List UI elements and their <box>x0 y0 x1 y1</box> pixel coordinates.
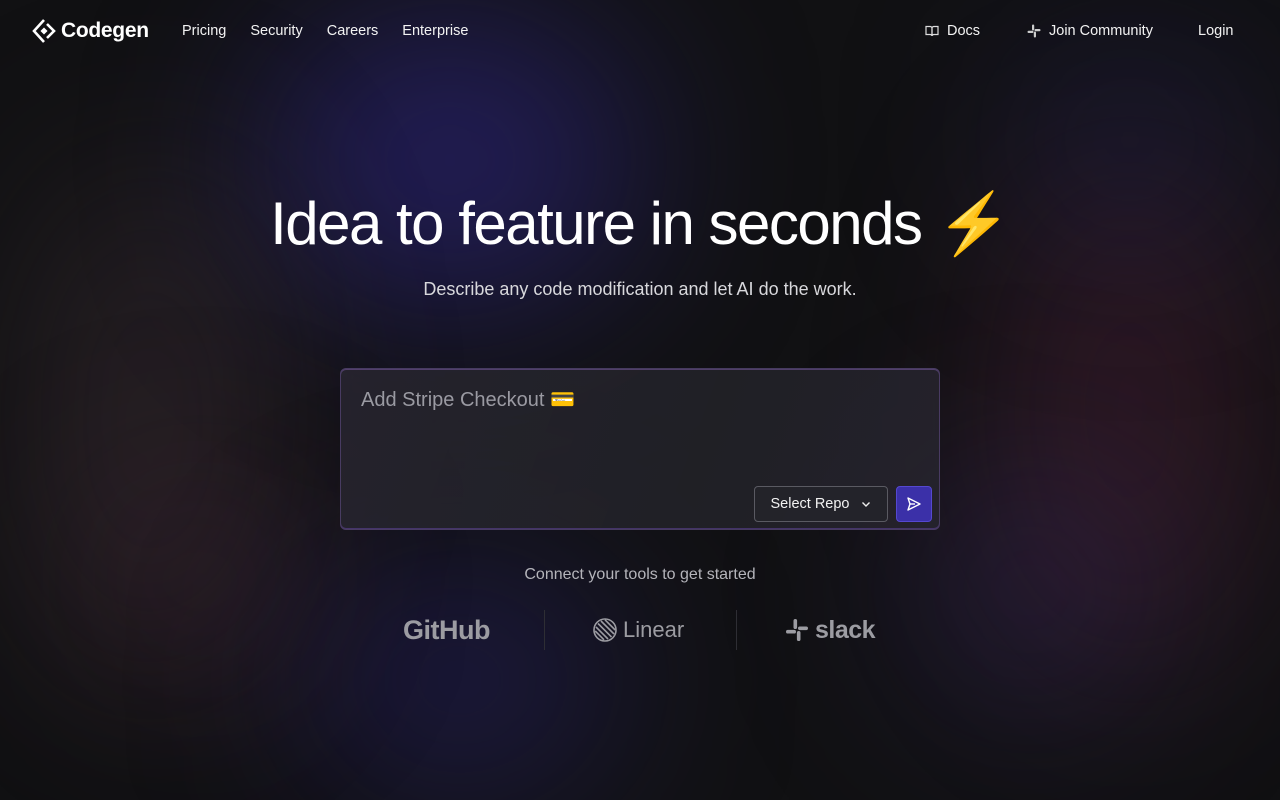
slack-icon <box>1027 24 1041 38</box>
prompt-input[interactable] <box>361 387 921 477</box>
divider <box>544 610 545 650</box>
nav-link-pricing[interactable]: Pricing <box>182 23 226 39</box>
brand-name: Codegen <box>61 19 149 42</box>
login-link[interactable]: Login <box>1198 23 1233 39</box>
background-glow <box>300 560 620 800</box>
integrations-heading: Connect your tools to get started <box>524 566 756 583</box>
slack-logo-text: slack <box>815 615 876 644</box>
book-icon <box>925 25 939 37</box>
lightning-bolt-icon: ⚡ <box>936 190 1012 257</box>
select-repo-dropdown[interactable]: Select Repo <box>754 486 888 522</box>
codegen-logo-icon <box>32 19 56 43</box>
join-community-label: Join Community <box>1049 23 1153 39</box>
main-nav: Pricing Security Careers Enterprise <box>182 23 468 39</box>
linear-integration[interactable]: Linear <box>593 608 684 652</box>
join-community-link[interactable]: Join Community <box>1027 23 1153 39</box>
linear-logo-text: Linear <box>623 617 685 642</box>
brand-logo[interactable]: Codegen <box>32 18 149 44</box>
prompt-box: Select Repo <box>340 368 940 530</box>
hero-subtitle: Describe any code modification and let A… <box>423 279 857 299</box>
github-integration[interactable]: GitHub <box>403 608 490 652</box>
slack-logo-icon <box>786 619 808 641</box>
linear-logo-icon <box>593 618 617 642</box>
nav-link-careers[interactable]: Careers <box>327 23 379 39</box>
docs-link[interactable]: Docs <box>925 23 980 39</box>
select-repo-label: Select Repo <box>770 496 850 512</box>
send-icon <box>907 497 921 511</box>
hero-title: Idea to feature in seconds ⚡ <box>0 188 1280 259</box>
integrations-row: GitHub Linear slack <box>0 608 1280 652</box>
hero-title-text: Idea to feature in seconds <box>270 190 923 257</box>
chevron-down-icon <box>861 502 870 507</box>
docs-label: Docs <box>947 23 981 39</box>
divider <box>736 610 737 650</box>
slack-integration[interactable]: slack <box>785 608 876 652</box>
github-logo-text: GitHub <box>403 614 490 645</box>
nav-link-enterprise[interactable]: Enterprise <box>402 23 468 39</box>
landing-page: Codegen Pricing Security Careers Enterpr… <box>0 0 1280 800</box>
top-nav: Codegen Pricing Security Careers Enterpr… <box>0 0 1280 64</box>
send-button[interactable] <box>896 486 932 522</box>
nav-link-security[interactable]: Security <box>250 23 302 39</box>
